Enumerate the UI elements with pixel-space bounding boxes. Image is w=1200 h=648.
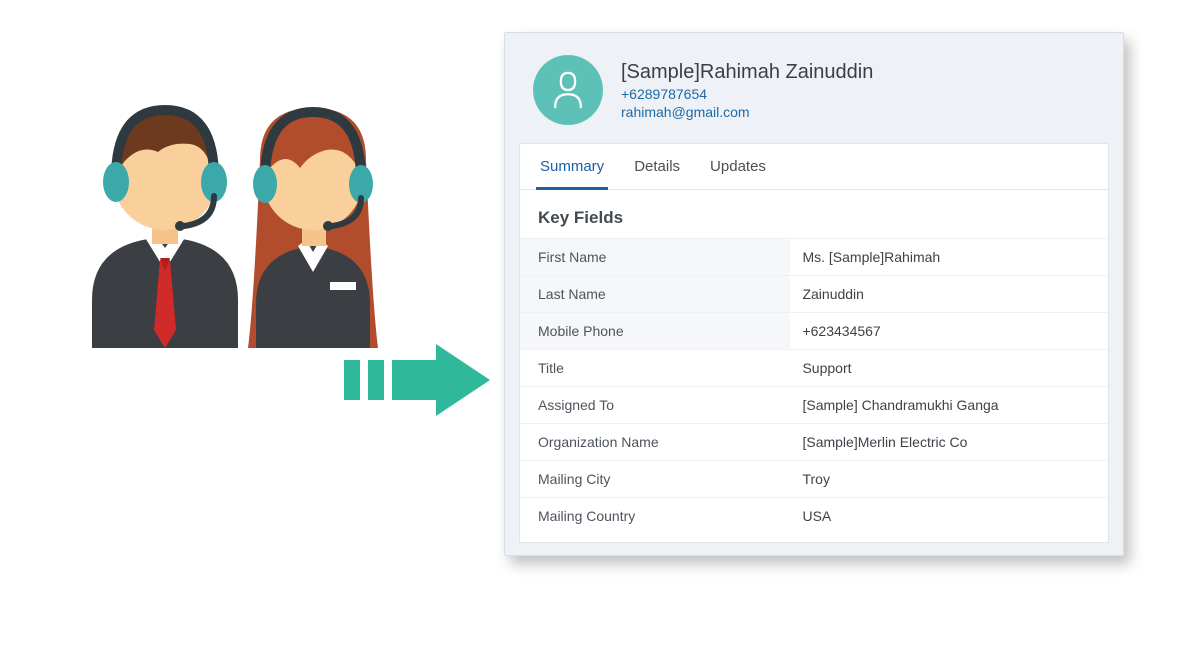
field-value: [Sample]Merlin Electric Co [790, 424, 1108, 460]
arrow-icon [344, 340, 494, 420]
field-label: Title [520, 350, 790, 386]
field-value: [Sample] Chandramukhi Ganga [790, 387, 1108, 423]
field-row: Title Support [520, 349, 1108, 386]
field-value: Troy [790, 461, 1108, 497]
section-title: Key Fields [520, 204, 1108, 238]
field-label: Last Name [520, 276, 790, 312]
tab-details[interactable]: Details [632, 144, 682, 189]
field-row: Last Name Zainuddin [520, 275, 1108, 312]
support-agents-illustration [80, 60, 390, 350]
field-label: Assigned To [520, 387, 790, 423]
field-label: Mailing Country [520, 498, 790, 534]
contact-name: [Sample]Rahimah Zainuddin [621, 61, 873, 84]
field-label: First Name [520, 239, 790, 275]
contact-phone[interactable]: +6289787654 [621, 86, 873, 102]
tabs: Summary Details Updates [519, 143, 1109, 190]
field-row: Mailing City Troy [520, 460, 1108, 497]
field-value: +623434567 [790, 313, 1108, 349]
agents-svg [80, 60, 390, 350]
field-row: Assigned To [Sample] Chandramukhi Ganga [520, 386, 1108, 423]
tab-updates[interactable]: Updates [708, 144, 768, 189]
tab-summary[interactable]: Summary [538, 144, 606, 189]
field-label: Organization Name [520, 424, 790, 460]
field-value: USA [790, 498, 1108, 534]
person-icon [533, 55, 603, 125]
field-row: First Name Ms. [Sample]Rahimah [520, 238, 1108, 275]
contact-card: [Sample]Rahimah Zainuddin +6289787654 ra… [504, 32, 1124, 556]
field-row: Mailing Country USA [520, 497, 1108, 534]
contact-email[interactable]: rahimah@gmail.com [621, 104, 873, 120]
field-value: Ms. [Sample]Rahimah [790, 239, 1108, 275]
field-value: Zainuddin [790, 276, 1108, 312]
field-label: Mobile Phone [520, 313, 790, 349]
key-fields-section: Key Fields First Name Ms. [Sample]Rahima… [519, 190, 1109, 543]
field-label: Mailing City [520, 461, 790, 497]
field-row: Mobile Phone +623434567 [520, 312, 1108, 349]
field-value: Support [790, 350, 1108, 386]
card-header: [Sample]Rahimah Zainuddin +6289787654 ra… [505, 33, 1123, 143]
field-row: Organization Name [Sample]Merlin Electri… [520, 423, 1108, 460]
